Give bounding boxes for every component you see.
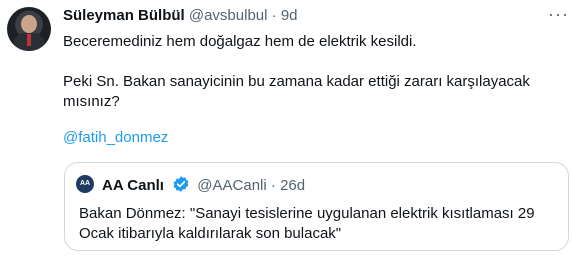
tweet-header: Süleyman Bülbül @avsbulbul · 9d <box>63 7 298 24</box>
quoted-author-name[interactable]: AA Canlı <box>102 177 164 194</box>
author-name[interactable]: Süleyman Bülbül <box>63 7 185 24</box>
tweet-card[interactable]: Süleyman Bülbül @avsbulbul · 9d ··· Bece… <box>0 0 573 257</box>
header-separator: · <box>271 7 277 24</box>
quoted-text-line: Bakan Dönmez: "Sanayi tesislerine uygula… <box>79 205 535 222</box>
quoted-avatar[interactable]: AA <box>76 175 94 193</box>
tweet-text-line: mısınız? <box>63 93 120 110</box>
quoted-text: Bakan Dönmez: "Sanayi tesislerine uygula… <box>79 204 535 244</box>
tweet-timestamp[interactable]: 9d <box>281 7 298 24</box>
quoted-header: AA Canlı @AACanli · 26d <box>102 175 305 197</box>
tweet-text-line: Peki Sn. Bakan sanayicinin bu zamana kad… <box>63 73 530 90</box>
quoted-timestamp[interactable]: 26d <box>280 177 305 194</box>
mention-link[interactable]: @fatih_donmez <box>63 129 168 146</box>
verified-badge-icon <box>172 175 190 197</box>
quoted-tweet[interactable]: AA AA Canlı @AACanli · 26d Bakan Dönmez:… <box>64 162 569 251</box>
quoted-text-line: Ocak itibarıyla kaldırılarak son bulacak… <box>79 225 342 242</box>
tweet-text-line: Beceremediniz hem doğalgaz hem de elektr… <box>63 33 417 50</box>
more-options-icon[interactable]: ··· <box>548 4 569 25</box>
author-handle[interactable]: @avsbulbul <box>189 7 268 24</box>
author-avatar[interactable] <box>7 7 51 51</box>
quoted-author-handle[interactable]: @AACanli <box>197 177 266 194</box>
quoted-separator: · <box>270 177 276 194</box>
